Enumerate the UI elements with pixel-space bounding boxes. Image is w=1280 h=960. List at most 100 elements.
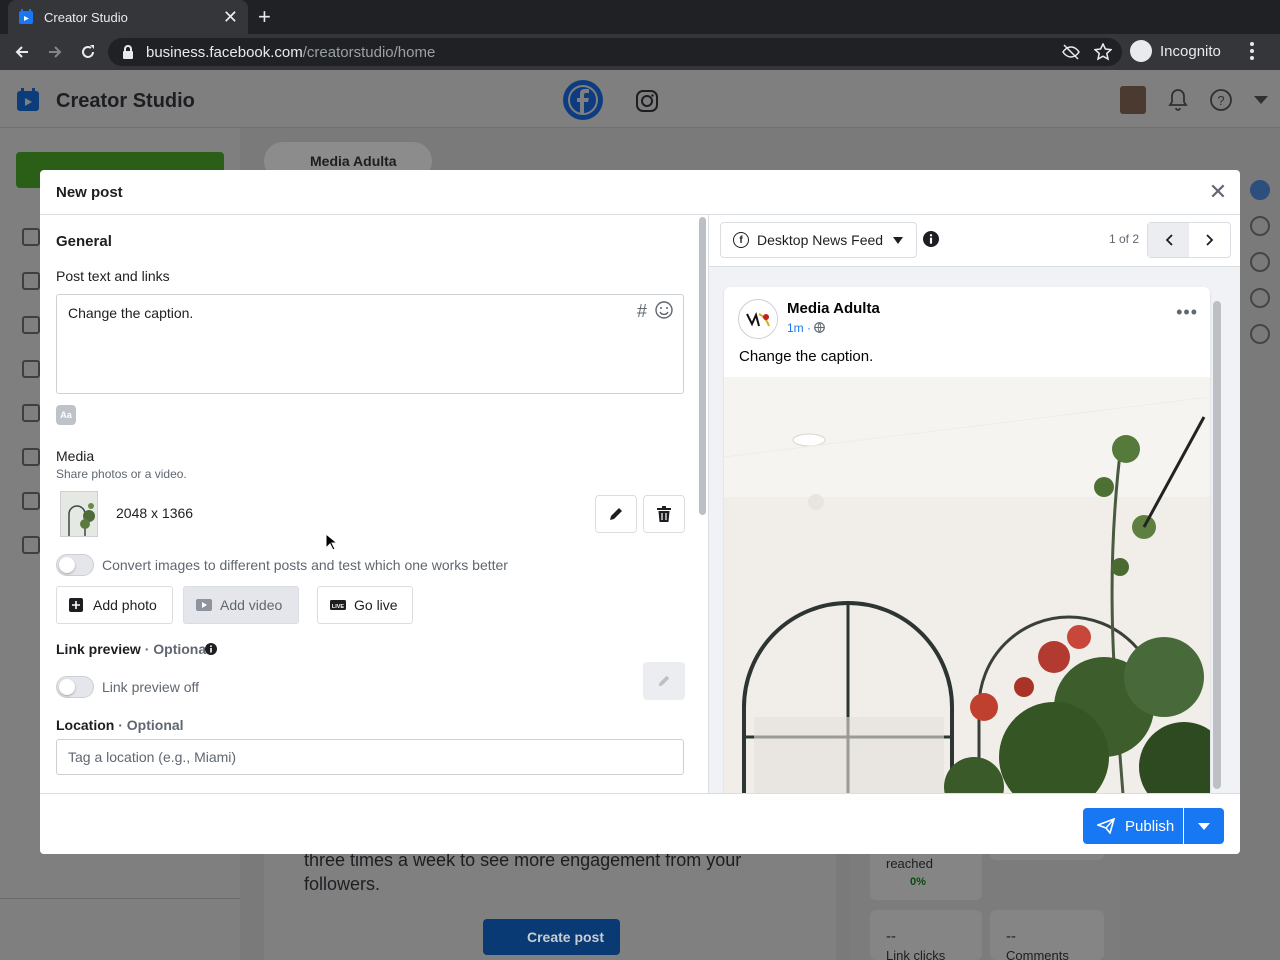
trash-icon bbox=[657, 506, 671, 522]
stat-link-clicks-value: -- bbox=[886, 928, 896, 945]
live-icon: LIVE bbox=[330, 600, 346, 610]
link-preview-toggle-label: Link preview off bbox=[102, 679, 200, 695]
bookmark-star-icon[interactable] bbox=[1094, 43, 1112, 61]
monetization-icon[interactable] bbox=[1250, 180, 1270, 200]
bg-create-post-label: Create post bbox=[526, 929, 604, 945]
stat-link-clicks: -- Link clicks bbox=[870, 910, 982, 960]
edit-link-preview-button[interactable] bbox=[643, 662, 685, 700]
page-avatar[interactable] bbox=[1120, 86, 1146, 114]
bg-create-post-button[interactable]: Create post bbox=[483, 919, 620, 955]
rail-insights-icon[interactable] bbox=[1250, 252, 1270, 272]
go-live-label: Go live bbox=[354, 597, 398, 613]
media-thumbnail[interactable] bbox=[60, 491, 98, 537]
add-photo-button[interactable]: Add photo bbox=[56, 586, 173, 624]
stat-change: 0% bbox=[910, 876, 926, 888]
chevron-right-icon[interactable] bbox=[1189, 223, 1230, 257]
placement-select[interactable]: f Desktop News Feed bbox=[720, 222, 917, 258]
help-icon[interactable]: ? bbox=[1210, 89, 1232, 111]
stat-comments-label: Comments bbox=[1006, 948, 1069, 960]
edit-media-button[interactable] bbox=[595, 495, 637, 533]
home-icon[interactable] bbox=[22, 228, 40, 246]
caption-text: Change the caption. bbox=[68, 305, 194, 321]
svg-text:LIVE: LIVE bbox=[332, 604, 345, 610]
library-icon[interactable] bbox=[22, 404, 40, 422]
delete-media-button[interactable] bbox=[643, 495, 685, 533]
publish-button[interactable]: Publish bbox=[1083, 808, 1183, 844]
add-video-icon bbox=[196, 599, 212, 611]
placement-info-icon[interactable] bbox=[923, 231, 939, 247]
video-icon[interactable] bbox=[22, 448, 40, 466]
post-page-name: Media Adulta bbox=[787, 300, 880, 317]
go-live-button[interactable]: LIVE Go live bbox=[317, 586, 413, 624]
back-icon[interactable] bbox=[11, 41, 33, 63]
eye-off-icon[interactable] bbox=[1062, 43, 1080, 61]
caption-textarea[interactable]: Change the caption. # bbox=[56, 294, 684, 394]
text-format-icon[interactable]: Aa bbox=[56, 405, 76, 425]
forward-icon[interactable] bbox=[44, 41, 66, 63]
chevron-left-icon[interactable] bbox=[1148, 223, 1189, 257]
browser-toolbar: business.facebook.com/creatorstudio/home… bbox=[0, 34, 1280, 70]
stat-reached-label: reached bbox=[886, 856, 933, 871]
convert-images-toggle[interactable] bbox=[56, 554, 94, 576]
stat-comments-value: -- bbox=[1006, 928, 1016, 945]
publish-options-button[interactable] bbox=[1184, 808, 1224, 844]
chevron-down-icon bbox=[893, 236, 904, 244]
address-bar[interactable]: business.facebook.com/creatorstudio/home bbox=[108, 38, 1122, 66]
incognito-indicator[interactable]: Incognito bbox=[1130, 40, 1221, 62]
sidebar-footer bbox=[0, 898, 240, 960]
rail-tips-icon[interactable] bbox=[1250, 324, 1270, 344]
post-preview-caption: Change the caption. bbox=[739, 348, 874, 365]
url-host: business.facebook.com bbox=[146, 43, 303, 61]
incognito-label: Incognito bbox=[1160, 42, 1221, 60]
location-input[interactable] bbox=[56, 739, 684, 775]
add-video-label: Add video bbox=[220, 597, 283, 613]
browser-menu-icon[interactable] bbox=[1250, 42, 1254, 63]
rail-messages-icon[interactable] bbox=[1250, 288, 1270, 308]
modal-title: New post bbox=[56, 184, 123, 201]
instagram-tab-icon[interactable] bbox=[636, 90, 658, 112]
incognito-icon bbox=[1130, 40, 1152, 62]
general-heading: General bbox=[56, 233, 112, 250]
reload-icon[interactable] bbox=[77, 41, 99, 63]
tab-title: Creator Studio bbox=[44, 9, 128, 25]
hashtag-icon[interactable]: # bbox=[637, 301, 647, 322]
add-video-button[interactable]: Add video bbox=[183, 586, 299, 624]
pencil-icon bbox=[658, 675, 670, 687]
app-header: Creator Studio ? bbox=[0, 70, 1280, 128]
insights-icon[interactable] bbox=[22, 316, 40, 334]
facebook-tab-icon[interactable] bbox=[563, 80, 603, 120]
modal-footer: Publish bbox=[40, 793, 1240, 854]
preview-pane: f Desktop News Feed 1 of 2 Media Adulta … bbox=[709, 215, 1240, 793]
close-tab-icon[interactable]: ✕ bbox=[223, 8, 238, 26]
preview-scrollbar[interactable] bbox=[1213, 301, 1221, 789]
tip-text: three times a week to see more engagemen… bbox=[304, 850, 742, 894]
notifications-icon[interactable] bbox=[22, 272, 40, 290]
compose-pane: General Post text and links Change the c… bbox=[40, 215, 708, 793]
page-switcher-label: Media Adulta bbox=[310, 153, 397, 169]
creator-studio-favicon bbox=[19, 9, 33, 24]
tools-icon[interactable] bbox=[22, 492, 40, 510]
bell-icon[interactable] bbox=[1168, 89, 1188, 111]
new-post-modal: New post ✕ General Post text and links C… bbox=[40, 170, 1240, 854]
post-more-options-icon[interactable]: ••• bbox=[1176, 303, 1198, 321]
inbox-icon[interactable] bbox=[22, 536, 40, 554]
preview-pager bbox=[1147, 222, 1231, 258]
rail-library-icon[interactable] bbox=[1250, 216, 1270, 236]
browser-tab-strip: Creator Studio ✕ + bbox=[0, 0, 1280, 34]
emoji-icon[interactable] bbox=[655, 301, 673, 319]
creator-studio-logo-icon bbox=[17, 88, 39, 111]
post-timestamp: 1m · bbox=[787, 321, 826, 335]
info-icon[interactable] bbox=[205, 643, 217, 655]
post-text-label: Post text and links bbox=[56, 268, 170, 284]
account-menu-chevron-icon[interactable] bbox=[1254, 95, 1268, 105]
publish-label: Publish bbox=[1125, 817, 1175, 835]
posts-icon[interactable] bbox=[22, 360, 40, 378]
browser-tab[interactable]: Creator Studio ✕ bbox=[8, 0, 248, 34]
link-preview-title: Link preview bbox=[56, 641, 141, 657]
link-preview-toggle[interactable] bbox=[56, 676, 94, 698]
new-tab-button[interactable]: + bbox=[258, 4, 271, 30]
right-rail bbox=[1240, 170, 1280, 350]
close-icon[interactable]: ✕ bbox=[1206, 179, 1230, 204]
link-preview-optional: · Optional bbox=[144, 641, 211, 657]
compose-scrollbar[interactable] bbox=[699, 217, 706, 515]
